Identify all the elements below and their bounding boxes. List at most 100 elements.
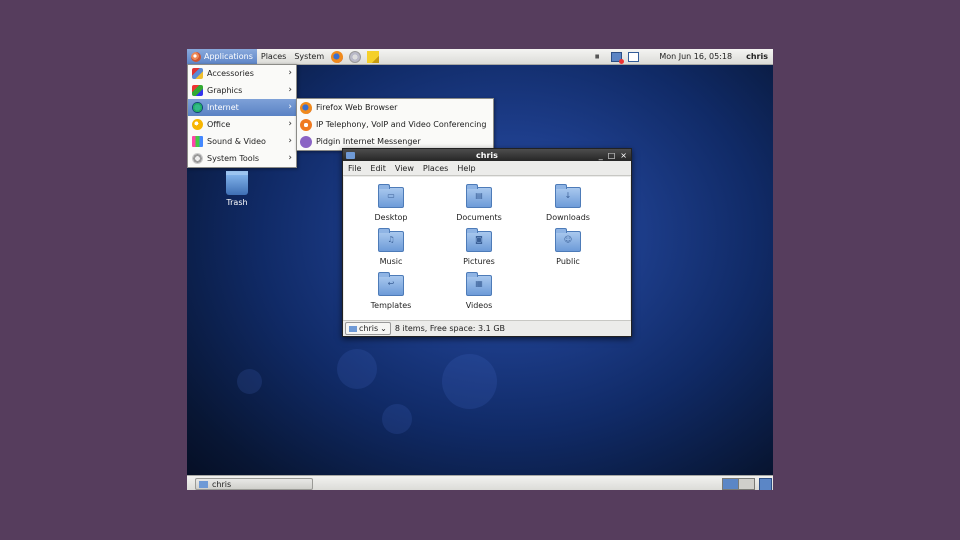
menu-places[interactable]: Places — [423, 164, 448, 173]
sound-video-icon — [192, 136, 203, 147]
trash-icon — [226, 171, 248, 195]
folder-label: Desktop — [374, 213, 408, 222]
submenu-item-ekiga[interactable]: IP Telephony, VoIP and Video Conferencin… — [297, 116, 493, 133]
documents-folder-icon: ▤ — [466, 184, 492, 208]
maximize-icon[interactable]: □ — [608, 151, 616, 160]
pidgin-icon — [300, 135, 312, 148]
background-bokeh — [337, 349, 377, 389]
places-menu[interactable]: Places — [257, 49, 290, 64]
videos-folder-icon: ▦ — [466, 272, 492, 296]
close-icon[interactable]: × — [620, 151, 627, 160]
system-menu[interactable]: System — [290, 49, 328, 64]
chevron-right-icon: › — [288, 85, 292, 95]
ekiga-icon — [300, 118, 312, 131]
templates-folder-icon: ↩ — [378, 272, 404, 296]
menu-item-office[interactable]: Office › — [188, 116, 296, 133]
system-tools-icon — [192, 153, 203, 164]
firefox-icon — [300, 101, 312, 114]
folder-label: Templates — [370, 301, 412, 310]
window-title: chris — [476, 150, 498, 160]
clock[interactable]: Mon Jun 16, 05:18 — [659, 52, 732, 61]
applications-dropdown: Accessories › Graphics › Internet › Offi… — [187, 64, 297, 168]
status-text: 8 items, Free space: 3.1 GB — [394, 324, 505, 333]
menu-help[interactable]: Help — [457, 164, 475, 173]
public-folder-icon: ☺ — [555, 228, 581, 252]
user-menu[interactable]: chris — [746, 52, 768, 61]
folder-desktop[interactable]: ▭ Desktop — [356, 184, 426, 222]
window-menubar: File Edit View Places Help — [343, 161, 631, 176]
pictures-folder-icon: ◙ — [466, 228, 492, 252]
volume-icon[interactable] — [595, 51, 604, 62]
chevron-right-icon: › — [288, 102, 292, 112]
taskbar-window-button[interactable]: chris — [195, 478, 313, 490]
menu-item-sound-video[interactable]: Sound & Video › — [188, 133, 296, 150]
notes-launcher-icon[interactable] — [367, 50, 380, 63]
folder-public[interactable]: ☺ Public — [533, 228, 603, 266]
background-bokeh — [442, 354, 497, 409]
menu-item-label: Sound & Video — [207, 137, 266, 146]
desktop-screen: Applications Places System Mon Jun 16, 0… — [187, 49, 773, 490]
submenu-item-label: Pidgin Internet Messenger — [316, 137, 421, 146]
background-bokeh — [237, 369, 262, 394]
workspace-1[interactable] — [722, 478, 739, 490]
menu-item-label: Accessories — [207, 69, 254, 78]
graphics-icon — [192, 85, 203, 96]
firefox-launcher-icon[interactable] — [331, 50, 344, 63]
folder-pictures[interactable]: ◙ Pictures — [444, 228, 514, 266]
folder-templates[interactable]: ↩ Templates — [356, 272, 426, 310]
gnome-foot-icon — [191, 51, 201, 62]
menu-item-label: Graphics — [207, 86, 243, 95]
display-icon[interactable] — [628, 51, 640, 62]
folder-view: ▭ Desktop ▤ Documents ↓ Downloads ♫ Musi… — [344, 177, 630, 321]
desktop-trash[interactable]: Trash — [212, 171, 262, 207]
downloads-folder-icon: ↓ — [555, 184, 581, 208]
folder-icon — [199, 480, 208, 488]
background-bokeh — [382, 404, 412, 434]
folder-music[interactable]: ♫ Music — [356, 228, 426, 266]
taskbar-window-label: chris — [212, 479, 232, 489]
chevron-right-icon: › — [288, 136, 292, 146]
folder-label: Public — [556, 257, 580, 266]
minimize-icon[interactable]: _ — [599, 151, 603, 160]
menu-item-accessories[interactable]: Accessories › — [188, 65, 296, 82]
applications-menu[interactable]: Applications — [187, 49, 257, 64]
location-button[interactable]: chris ⌄ — [345, 322, 391, 335]
folder-label: Pictures — [463, 257, 495, 266]
window-controls: _ □ × — [599, 151, 631, 160]
folder-documents[interactable]: ▤ Documents — [444, 184, 514, 222]
submenu-item-label: IP Telephony, VoIP and Video Conferencin… — [316, 120, 487, 129]
chevron-right-icon: › — [288, 119, 292, 129]
file-manager-window: chris _ □ × File Edit View Places Help ▭… — [342, 148, 632, 337]
panel-trash-icon[interactable] — [759, 478, 772, 490]
folder-label: Videos — [465, 301, 493, 310]
menu-item-internet[interactable]: Internet › — [188, 99, 296, 116]
folder-label: Music — [379, 257, 403, 266]
internet-submenu: Firefox Web Browser IP Telephony, VoIP a… — [296, 98, 494, 151]
menu-file[interactable]: File — [348, 164, 361, 173]
chevron-down-icon: ⌄ — [380, 324, 387, 333]
menu-item-label: System Tools — [207, 154, 260, 163]
menu-item-system-tools[interactable]: System Tools › — [188, 150, 296, 167]
menu-item-graphics[interactable]: Graphics › — [188, 82, 296, 99]
submenu-item-firefox[interactable]: Firefox Web Browser — [297, 99, 493, 116]
workspace-2[interactable] — [738, 478, 755, 490]
music-folder-icon: ♫ — [378, 228, 404, 252]
network-icon[interactable] — [611, 51, 625, 64]
folder-videos[interactable]: ▦ Videos — [444, 272, 514, 310]
window-titlebar[interactable]: chris _ □ × — [343, 149, 631, 161]
menu-item-label: Office — [207, 120, 231, 129]
desktop-trash-label: Trash — [226, 198, 248, 207]
top-panel: Applications Places System Mon Jun 16, 0… — [187, 49, 773, 65]
desktop-folder-icon: ▭ — [378, 184, 404, 208]
chevron-right-icon: › — [288, 68, 292, 78]
folder-label: Downloads — [546, 213, 590, 222]
menu-item-label: Internet — [207, 103, 239, 112]
menu-edit[interactable]: Edit — [370, 164, 386, 173]
folder-label: Documents — [456, 213, 502, 222]
office-icon — [192, 119, 203, 130]
accessories-icon — [192, 68, 203, 79]
menu-view[interactable]: View — [395, 164, 414, 173]
applications-menu-label: Applications — [204, 52, 253, 61]
folder-downloads[interactable]: ↓ Downloads — [533, 184, 603, 222]
email-launcher-icon[interactable] — [349, 50, 362, 63]
